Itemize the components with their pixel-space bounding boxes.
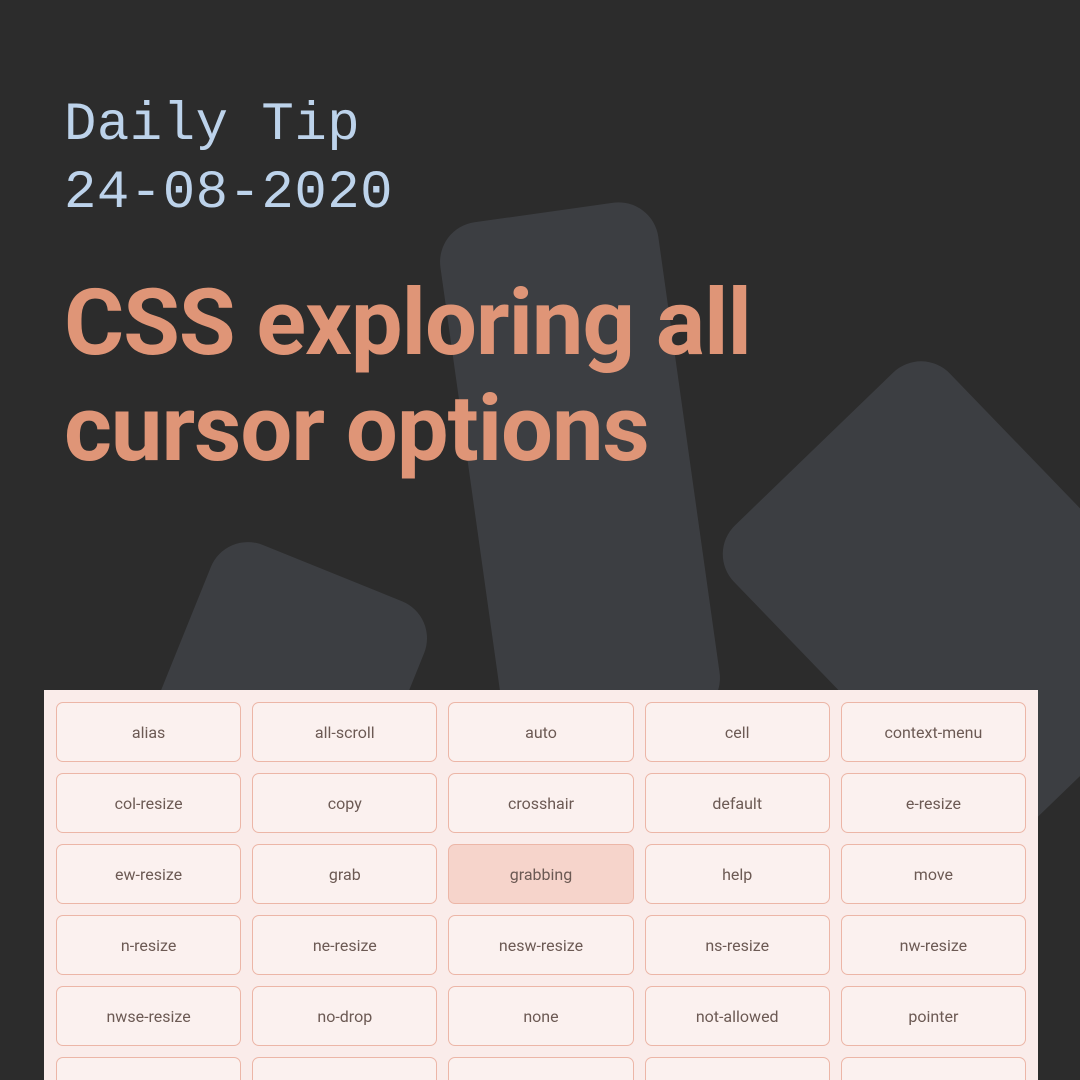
kicker-line2: 24-08-2020 — [64, 163, 393, 224]
cursor-tile-ns-resize[interactable]: ns-resize — [645, 915, 830, 975]
cursor-tile-label: grabbing — [510, 865, 572, 884]
cursor-tile-copy[interactable]: copy — [252, 773, 437, 833]
cursor-tile-sw-resize[interactable]: sw-resize — [841, 1057, 1026, 1080]
cursor-tile-label: alias — [132, 723, 165, 742]
cursor-tile-crosshair[interactable]: crosshair — [448, 773, 633, 833]
cursor-tile-progress[interactable]: progress — [56, 1057, 241, 1080]
cursor-tile-label: ew-resize — [115, 865, 182, 884]
cursor-grid-panel: alias all-scroll auto cell context-menu col-r… — [44, 690, 1038, 1080]
cursor-tile-label: crosshair — [508, 794, 574, 813]
cursor-tile-label: copy — [328, 794, 362, 813]
cursor-tile-n-resize[interactable]: n-resize — [56, 915, 241, 975]
cursor-tile-none[interactable]: none — [448, 986, 633, 1046]
cursor-tile-context-menu[interactable]: context-menu — [841, 702, 1026, 762]
kicker: Daily Tip 24-08-2020 — [64, 92, 1016, 227]
cursor-tile-label: no-drop — [317, 1007, 372, 1026]
cursor-tile-label: col-resize — [115, 794, 183, 813]
cursor-tile-label: grab — [329, 865, 361, 884]
page-title: CSS exploring all cursor options — [64, 271, 1016, 483]
cursor-tile-label: not-allowed — [696, 1007, 779, 1026]
cursor-tile-not-allowed[interactable]: not-allowed — [645, 986, 830, 1046]
cursor-tile-ew-resize[interactable]: ew-resize — [56, 844, 241, 904]
cursor-tile-default[interactable]: default — [645, 773, 830, 833]
cursor-tile-label: none — [523, 1007, 558, 1026]
cursor-tile-label: ne-resize — [313, 936, 377, 955]
cursor-tile-auto[interactable]: auto — [448, 702, 633, 762]
cursor-tile-row-resize[interactable]: row-resize — [252, 1057, 437, 1080]
cursor-tile-label: ns-resize — [705, 936, 769, 955]
cursor-tile-label: auto — [525, 723, 557, 742]
cursor-tile-nw-resize[interactable]: nw-resize — [841, 915, 1026, 975]
cursor-tile-label: nesw-resize — [499, 936, 583, 955]
cursor-grid: alias all-scroll auto cell context-menu col-r… — [56, 702, 1026, 1080]
cursor-tile-label: all-scroll — [315, 723, 375, 742]
cursor-tile-label: default — [712, 794, 762, 813]
cursor-tile-help[interactable]: help — [645, 844, 830, 904]
cursor-tile-all-scroll[interactable]: all-scroll — [252, 702, 437, 762]
cursor-tile-label: n-resize — [121, 936, 176, 955]
cursor-tile-e-resize[interactable]: e-resize — [841, 773, 1026, 833]
cursor-tile-label: move — [914, 865, 953, 884]
cursor-tile-grab[interactable]: grab — [252, 844, 437, 904]
cursor-tile-alias[interactable]: alias — [56, 702, 241, 762]
cursor-tile-move[interactable]: move — [841, 844, 1026, 904]
cursor-tile-no-drop[interactable]: no-drop — [252, 986, 437, 1046]
cursor-tile-label: cell — [725, 723, 750, 742]
cursor-tile-label: pointer — [908, 1007, 958, 1026]
kicker-line1: Daily Tip — [64, 95, 360, 156]
cursor-tile-col-resize[interactable]: col-resize — [56, 773, 241, 833]
cursor-tile-s-resize[interactable]: s-resize — [448, 1057, 633, 1080]
cursor-tile-label: help — [722, 865, 752, 884]
cursor-tile-label: context-menu — [884, 723, 982, 742]
cursor-tile-label: nwse-resize — [106, 1007, 190, 1026]
cursor-tile-grabbing[interactable]: grabbing — [448, 844, 633, 904]
cursor-tile-label: e-resize — [906, 794, 961, 813]
cursor-tile-se-resize[interactable]: se-resize — [645, 1057, 830, 1080]
cursor-tile-pointer[interactable]: pointer — [841, 986, 1026, 1046]
cursor-tile-nesw-resize[interactable]: nesw-resize — [448, 915, 633, 975]
cursor-tile-label: nw-resize — [900, 936, 967, 955]
cursor-tile-nwse-resize[interactable]: nwse-resize — [56, 986, 241, 1046]
cursor-tile-cell[interactable]: cell — [645, 702, 830, 762]
cursor-tile-ne-resize[interactable]: ne-resize — [252, 915, 437, 975]
